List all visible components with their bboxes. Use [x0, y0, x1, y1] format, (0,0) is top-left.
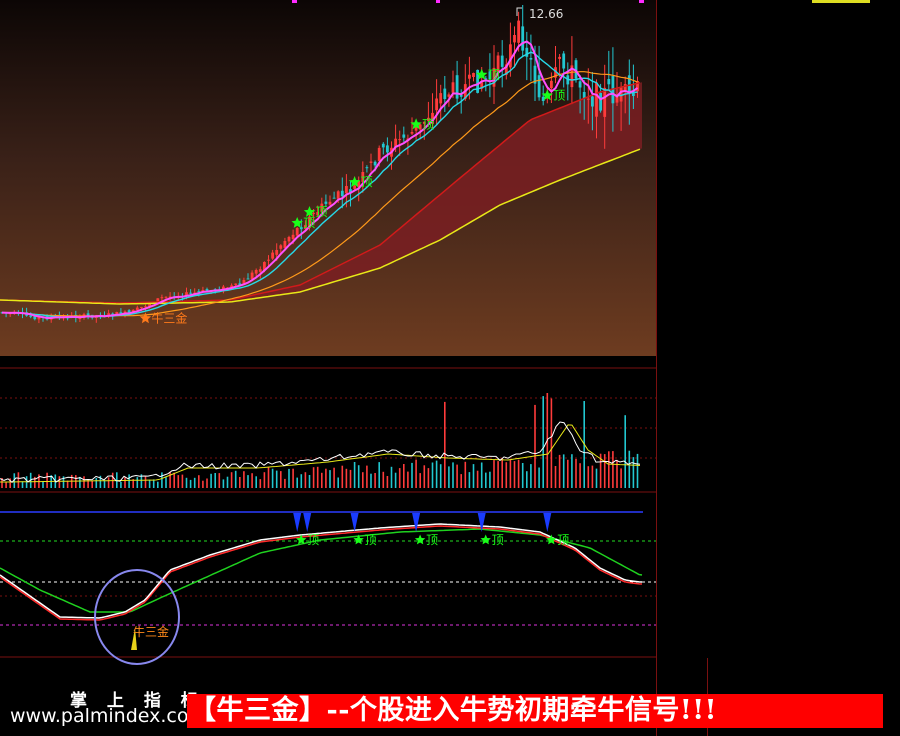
candle-body — [521, 26, 525, 51]
top-edge-marker — [436, 0, 440, 3]
candle-body — [373, 161, 377, 166]
candle-body — [537, 75, 541, 98]
top-edge-info-strip — [812, 0, 870, 3]
candle-body — [468, 74, 471, 79]
candle-body — [451, 82, 455, 93]
top-warning-arrow — [303, 513, 312, 532]
candle-body — [234, 283, 238, 285]
candle-body — [410, 132, 414, 134]
candle-body — [578, 81, 582, 88]
candle-body — [627, 75, 631, 92]
top-signal-label: 顶 — [316, 205, 328, 219]
candle-body — [345, 186, 348, 194]
candle-body — [582, 92, 586, 98]
top-warning-arrow — [350, 513, 359, 532]
candle-body — [386, 145, 389, 153]
candle-body — [455, 75, 459, 99]
candle-body — [140, 306, 143, 308]
candle-body — [599, 93, 602, 111]
oscillator-start-label: 牛三金 — [133, 624, 169, 639]
candle-body — [283, 241, 287, 248]
oscillator-top-label: 顶 — [557, 533, 569, 547]
candle-body — [377, 147, 381, 161]
candle-body — [500, 55, 504, 67]
candle-body — [398, 139, 402, 141]
candle-body — [558, 56, 561, 59]
top-signal-label: 顶 — [361, 175, 373, 189]
candle-body — [250, 272, 254, 279]
candle-body — [595, 82, 598, 117]
candle-body — [267, 259, 270, 261]
candle-body — [562, 53, 566, 69]
candle-body — [603, 87, 607, 117]
candle-body — [258, 269, 262, 272]
top-warning-arrow — [293, 513, 302, 532]
candle-body — [336, 191, 340, 199]
candle-body — [107, 313, 110, 315]
candle-body — [369, 161, 373, 163]
candle-body — [435, 98, 438, 111]
top-signal-label: 顶 — [488, 68, 500, 82]
candle-body — [365, 167, 369, 169]
oscillator-top-label: 顶 — [426, 533, 438, 547]
oscillator-top-label: 顶 — [365, 533, 377, 547]
candle-body — [381, 143, 385, 148]
candle-body — [513, 35, 516, 43]
candle-body — [160, 297, 164, 299]
stock-indicator-chart: 牛三金顶顶顶顶顶顶顶顶顶顶顶 12.66 牛三金 — [0, 0, 870, 736]
candle-body — [246, 278, 250, 280]
candle-body — [591, 96, 594, 107]
highlight-circle — [94, 569, 180, 665]
candle-body — [353, 185, 356, 189]
candle-body — [275, 250, 279, 255]
candle-body — [324, 201, 328, 204]
start-signal-label: 牛三金 — [151, 310, 187, 325]
candle-body — [29, 315, 33, 317]
candle-body — [472, 73, 475, 77]
top-warning-arrow — [543, 513, 552, 532]
website-url: www.palmindex.com — [10, 705, 208, 727]
candle-body — [295, 228, 299, 236]
candle-body — [632, 92, 635, 96]
candle-body — [135, 307, 139, 311]
candle-body — [328, 201, 332, 205]
oscillator-top-star — [480, 534, 491, 545]
candle-body — [402, 134, 406, 138]
candle-body — [254, 270, 258, 274]
candle-body — [291, 234, 295, 239]
oscillator-top-label: 顶 — [492, 533, 504, 547]
volume-bars-layer — [0, 393, 641, 488]
candle-body — [517, 20, 520, 43]
candle-body — [586, 98, 590, 100]
max-price-label: 12.66 — [529, 7, 563, 21]
candle-body — [623, 84, 627, 91]
top-edge-marker — [292, 0, 297, 3]
candle-body — [529, 58, 533, 60]
oscillator-top-label: 顶 — [307, 533, 319, 547]
candle-body — [439, 93, 443, 104]
candle-body — [164, 296, 168, 298]
candle-body — [607, 79, 611, 85]
candle-body — [287, 237, 291, 242]
top-edge-marker — [639, 0, 644, 3]
top-signal-label: 顶 — [303, 216, 315, 230]
candle-body — [550, 80, 553, 89]
signal-banner: 【牛三金】--个股进入牛势初期牵牛信号!!! — [187, 694, 883, 728]
candle-body — [279, 245, 283, 249]
top-signal-label: 顶 — [553, 88, 565, 102]
top-signal-label: 顶 — [422, 117, 434, 131]
candle-body — [332, 197, 336, 199]
candle-body — [509, 44, 512, 68]
oscillator-top-star — [414, 534, 426, 545]
candle-body — [271, 252, 274, 259]
candle-body — [189, 292, 192, 294]
candle-body — [443, 88, 447, 99]
top-warning-arrow — [412, 513, 421, 532]
candle-body — [340, 190, 344, 197]
